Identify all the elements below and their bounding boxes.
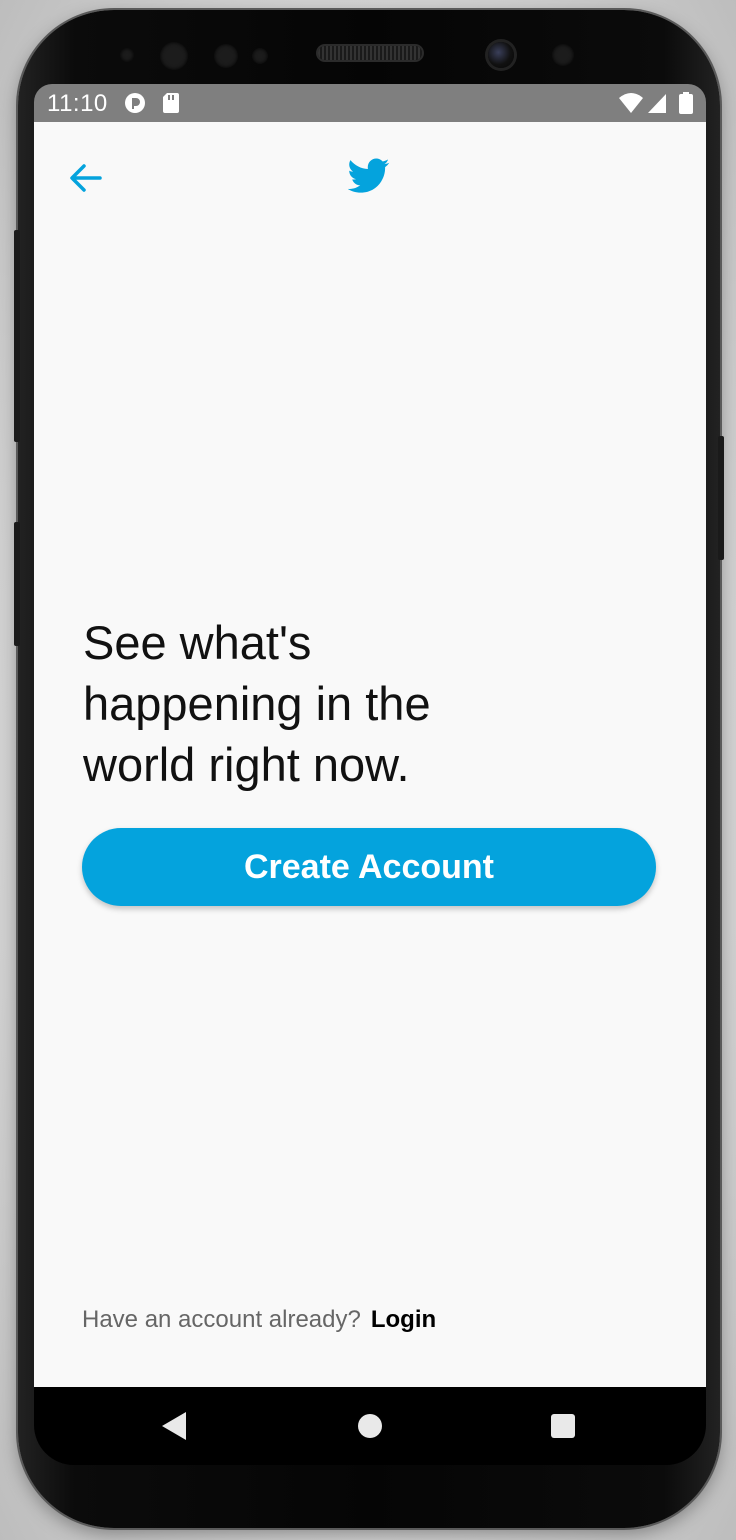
light-sensor-icon [214, 44, 238, 68]
nav-back-icon[interactable] [162, 1412, 186, 1440]
login-prompt-text: Have an account already? [82, 1306, 361, 1333]
iris-scanner-icon [160, 42, 188, 70]
wifi-icon [618, 92, 644, 119]
nav-home-icon[interactable] [358, 1414, 382, 1438]
bixby-button [14, 522, 20, 646]
headline-line: world right now. [83, 738, 410, 791]
back-button[interactable] [66, 158, 106, 198]
battery-icon [679, 92, 693, 119]
status-bar: 11:10 [34, 84, 706, 122]
sd-card-icon [162, 92, 180, 119]
headline-line: happening in the [83, 677, 431, 730]
sensor-dot-icon [252, 48, 268, 64]
navigation-bar [34, 1387, 706, 1465]
power-button [718, 436, 724, 560]
volume-button [14, 230, 20, 442]
login-prompt: Have an account already? Login [82, 1306, 436, 1334]
login-link[interactable]: Login [371, 1306, 436, 1333]
twitter-bird-icon [347, 158, 390, 194]
earpiece-speaker [318, 46, 422, 60]
flash-sensor-icon [552, 44, 574, 66]
front-camera-icon [488, 42, 514, 68]
arrow-left-icon [70, 164, 102, 192]
headline: See what's happening in the world right … [83, 612, 503, 795]
proximity-sensor-icon [120, 48, 134, 62]
signal-icon [647, 92, 667, 119]
top-bezel [34, 22, 706, 86]
status-time: 11:10 [47, 90, 108, 117]
create-account-button[interactable]: Create Account [82, 828, 656, 906]
headline-line: See what's [83, 616, 312, 669]
nav-recents-icon[interactable] [551, 1414, 575, 1438]
app-screen: See what's happening in the world right … [34, 122, 706, 1387]
notification-app-icon [124, 92, 146, 119]
